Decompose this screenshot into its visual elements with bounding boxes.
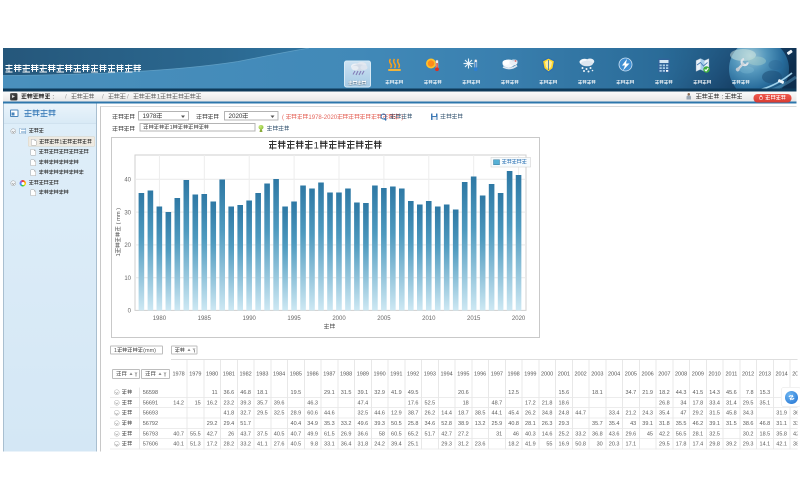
svg-text:10: 10 [124, 276, 131, 282]
svg-text:2015: 2015 [467, 316, 481, 322]
svg-text:2010: 2010 [422, 316, 436, 322]
svg-text:2000: 2000 [332, 316, 346, 322]
svg-text:1995: 1995 [287, 316, 301, 322]
svg-text:0: 0 [128, 309, 132, 315]
svg-text:1980: 1980 [153, 316, 167, 322]
svg-text:20: 20 [124, 243, 131, 249]
svg-text:1990: 1990 [243, 316, 257, 322]
svg-text:2005: 2005 [377, 316, 391, 322]
svg-text:1985: 1985 [198, 316, 212, 322]
svg-text:40: 40 [124, 178, 131, 184]
svg-text:2020: 2020 [512, 316, 526, 322]
svg-text:30: 30 [124, 210, 131, 216]
